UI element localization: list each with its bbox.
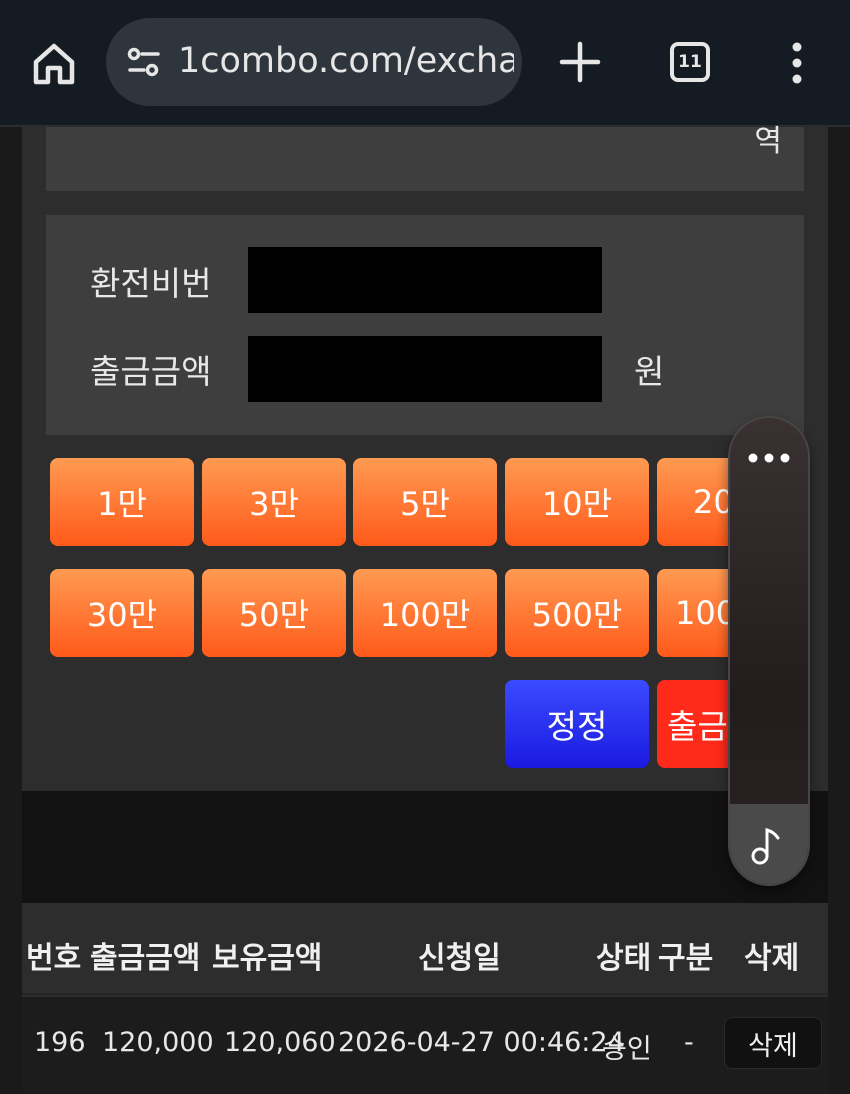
reset-button[interactable]: 정정 <box>505 680 649 768</box>
cell-withdraw-amount: 120,000 <box>102 1027 214 1058</box>
header-delete: 삭제 <box>744 941 800 976</box>
url-text[interactable]: 1combo.com/exchan <box>178 40 514 82</box>
music-note-icon[interactable] <box>748 826 788 866</box>
table-row: 196 120,000 120,060 2026-04-27 00:46:24 … <box>22 997 828 1094</box>
more-vert-icon[interactable] <box>780 40 814 86</box>
amount-button-10k[interactable]: 1만 <box>50 458 194 546</box>
header-withdraw-amount: 출금금액 <box>90 941 201 976</box>
header-type: 구분 <box>658 941 714 976</box>
withdraw-history-table: 번호 출금금액 보유금액 신청일 상태 구분 삭제 196 120,000 12… <box>22 903 828 1094</box>
password-label: 환전비번 <box>90 264 212 303</box>
withdraw-form: 환전비번 출금금액 원 <box>46 215 804 435</box>
cell-requested-at: 2026-04-27 00:46:24 <box>338 1027 625 1058</box>
amount-button-30k[interactable]: 3만 <box>202 458 346 546</box>
cell-balance: 120,060 <box>224 1027 336 1058</box>
info-box: 역 <box>46 127 804 191</box>
amount-button-50k[interactable]: 5만 <box>353 458 497 546</box>
info-box-text: 역 <box>754 124 782 159</box>
more-horiz-icon[interactable] <box>747 452 791 464</box>
amount-label: 출금금액 <box>90 352 212 391</box>
header-status: 상태 <box>596 941 652 976</box>
header-requested-at: 신청일 <box>418 941 501 976</box>
table-header: 번호 출금금액 보유금액 신청일 상태 구분 삭제 <box>22 903 828 995</box>
page-content: 역 환전비번 출금금액 원 1만 3만 5만 10만 20 30만 50만 10… <box>0 127 850 1094</box>
cell-type: - <box>684 1027 694 1058</box>
address-bar[interactable]: 1combo.com/exchan <box>106 18 522 106</box>
tune-icon[interactable] <box>126 44 162 80</box>
amount-button-1m[interactable]: 100만 <box>353 569 497 657</box>
screen: 1combo.com/exchan 11 역 환전비번 출금금액 원 1만 3만… <box>0 0 850 1094</box>
plus-icon[interactable] <box>556 38 604 86</box>
amount-button-500k[interactable]: 50만 <box>202 569 346 657</box>
cell-status: 승인 <box>602 1034 652 1065</box>
delete-button[interactable]: 삭제 <box>724 1017 822 1069</box>
amount-unit: 원 <box>634 352 665 391</box>
header-number: 번호 <box>26 941 82 976</box>
amount-button-300k[interactable]: 30만 <box>50 569 194 657</box>
browser-toolbar: 1combo.com/exchan 11 <box>0 0 850 126</box>
floating-media-widget[interactable] <box>730 418 808 884</box>
tab-count: 11 <box>678 52 702 72</box>
home-icon[interactable] <box>30 40 78 88</box>
tabs-icon[interactable]: 11 <box>670 42 710 82</box>
password-input[interactable] <box>248 247 602 313</box>
header-balance: 보유금액 <box>212 941 323 976</box>
amount-button-100k[interactable]: 10만 <box>505 458 649 546</box>
cell-number: 196 <box>34 1027 86 1058</box>
amount-input[interactable] <box>248 336 602 402</box>
section-divider <box>22 791 828 903</box>
amount-button-5m[interactable]: 500만 <box>505 569 649 657</box>
